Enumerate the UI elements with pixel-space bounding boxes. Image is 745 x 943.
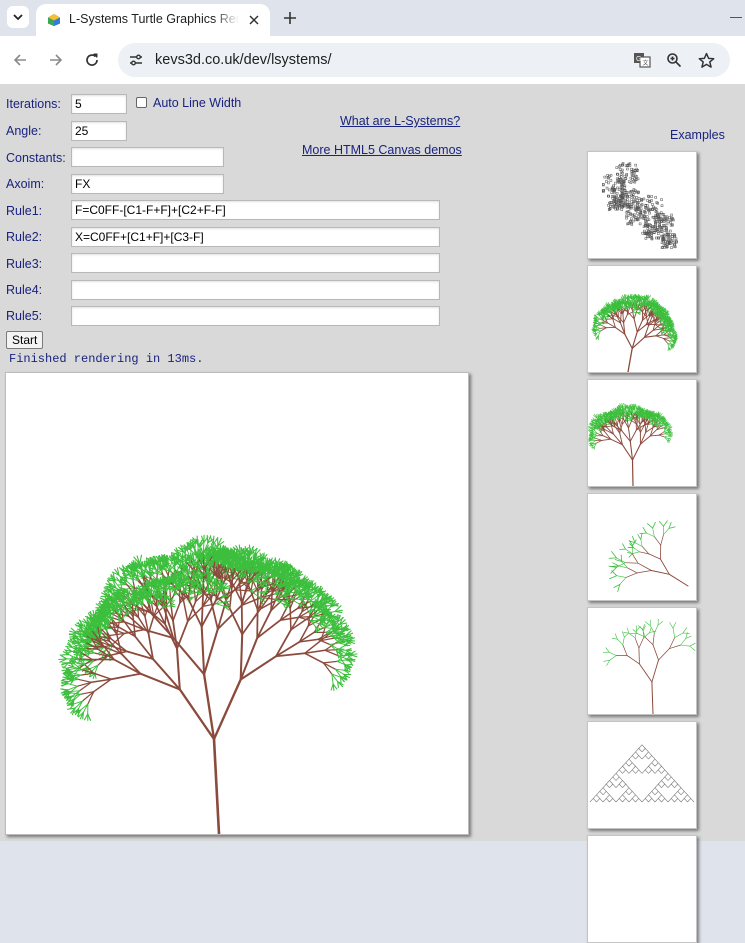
rule5-label: Rule5:	[6, 309, 42, 323]
bush-thumbnail	[588, 266, 696, 372]
angle-input[interactable]	[71, 121, 127, 141]
rule1-label: Rule1:	[6, 204, 42, 218]
rule1-input[interactable]	[71, 200, 440, 220]
examples-label: Examples	[670, 128, 725, 142]
auto-line-width-label: Auto Line Width	[153, 96, 241, 110]
back-icon[interactable]	[10, 50, 30, 70]
address-bar[interactable]: kevs3d.co.uk/dev/lsystems/ G文	[118, 43, 730, 77]
chevron-down-icon	[13, 12, 23, 22]
lsystem-canvas[interactable]	[5, 372, 469, 835]
example-thumbnail-7[interactable]	[587, 835, 697, 943]
example-thumbnail-4[interactable]	[587, 493, 697, 601]
axiom-input[interactable]	[71, 174, 224, 194]
lsystem-tree-drawing	[6, 373, 468, 834]
minimize-icon[interactable]	[730, 17, 742, 18]
favicon-icon	[47, 13, 61, 27]
rule4-input[interactable]	[71, 280, 440, 300]
browser-toolbar: kevs3d.co.uk/dev/lsystems/ G文	[0, 36, 745, 84]
example-thumbnail-2[interactable]	[587, 265, 697, 373]
rule5-input[interactable]	[71, 306, 440, 326]
page-content: Iterations: Auto Line Width What are L-S…	[0, 84, 745, 841]
forward-icon[interactable]	[46, 50, 66, 70]
constants-input[interactable]	[71, 147, 224, 167]
tab-close-icon[interactable]	[246, 12, 262, 28]
zoom-icon[interactable]	[664, 50, 684, 70]
what-are-lsystems-link[interactable]: What are L-Systems?	[340, 114, 460, 128]
angle-label: Angle:	[6, 124, 41, 138]
url-text: kevs3d.co.uk/dev/lsystems/	[155, 52, 332, 68]
axiom-label: Axoim:	[6, 177, 44, 191]
more-canvas-demos-link[interactable]: More HTML5 Canvas demos	[302, 143, 462, 157]
svg-text:文: 文	[643, 59, 649, 67]
tab-title: L-Systems Turtle Graphics Renderer	[69, 12, 239, 26]
sierpinski-thumbnail	[588, 722, 696, 828]
weed-thumbnail	[588, 494, 696, 600]
example-thumbnail-3[interactable]	[587, 379, 697, 487]
iterations-label: Iterations:	[6, 97, 61, 111]
constants-label: Constants:	[6, 151, 66, 165]
dragon-curve-thumbnail	[588, 152, 696, 258]
iterations-input[interactable]	[71, 94, 127, 114]
rule3-label: Rule3:	[6, 257, 42, 271]
reload-icon[interactable]	[82, 50, 102, 70]
translate-icon[interactable]: G文	[632, 50, 652, 70]
bookmark-star-icon[interactable]	[696, 50, 716, 70]
example-thumbnail-5[interactable]	[587, 607, 697, 715]
browser-tab[interactable]: L-Systems Turtle Graphics Renderer	[36, 4, 270, 36]
svg-text:G: G	[636, 56, 641, 63]
rule2-input[interactable]	[71, 227, 440, 247]
new-tab-icon[interactable]	[280, 8, 300, 28]
tree-thumbnail	[588, 380, 696, 486]
rule2-label: Rule2:	[6, 230, 42, 244]
start-button[interactable]: Start	[6, 331, 43, 349]
rule4-label: Rule4:	[6, 283, 42, 297]
tab-search-button[interactable]	[7, 6, 29, 28]
site-settings-icon[interactable]	[126, 50, 146, 70]
render-status: Finished rendering in 13ms.	[9, 352, 203, 366]
rule3-input[interactable]	[71, 253, 440, 273]
example-thumbnail-6[interactable]	[587, 721, 697, 829]
auto-line-width-checkbox[interactable]	[136, 97, 147, 108]
tab-strip: L-Systems Turtle Graphics Renderer	[0, 0, 745, 36]
plant-thumbnail	[588, 608, 696, 714]
example-thumbnail-1[interactable]	[587, 151, 697, 259]
